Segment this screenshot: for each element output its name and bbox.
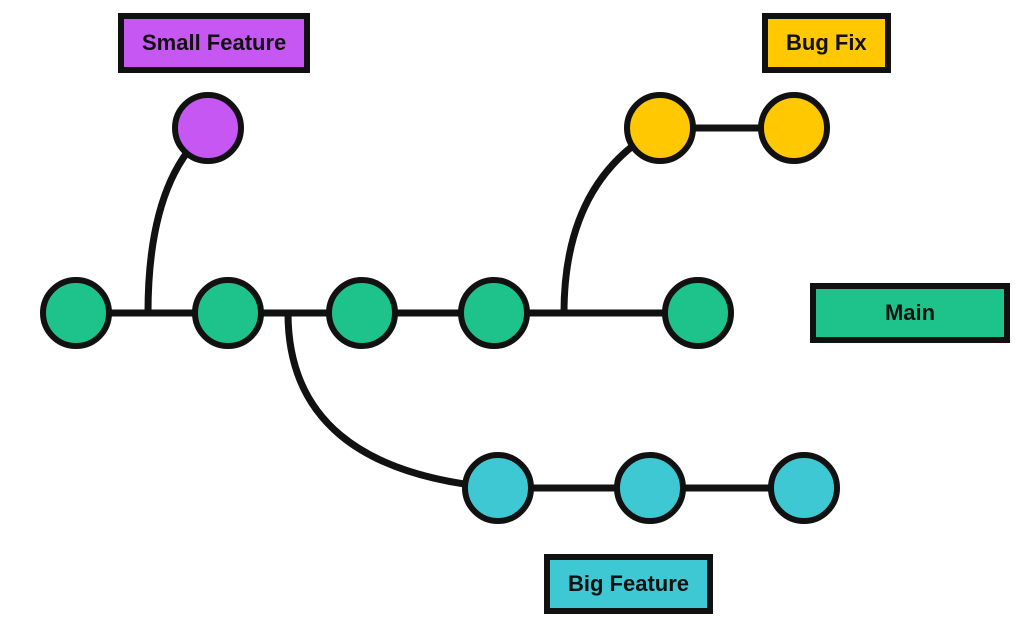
commit-main-3: [326, 277, 398, 349]
commit-main-5: [662, 277, 734, 349]
commit-bug-fix-1: [624, 92, 696, 164]
label-bug-fix: Bug Fix: [762, 13, 891, 73]
commit-main-4: [458, 277, 530, 349]
commit-big-feature-1: [462, 452, 534, 524]
commit-big-feature-2: [614, 452, 686, 524]
commit-small-feature-1: [172, 92, 244, 164]
commit-big-feature-3: [768, 452, 840, 524]
git-branch-diagram: Small Feature Bug Fix Main Big Feature: [0, 0, 1024, 622]
label-small-feature: Small Feature: [118, 13, 310, 73]
commit-main-2: [192, 277, 264, 349]
label-big-feature: Big Feature: [544, 554, 713, 614]
commit-bug-fix-2: [758, 92, 830, 164]
commit-main-1: [40, 277, 112, 349]
label-main: Main: [810, 283, 1010, 343]
